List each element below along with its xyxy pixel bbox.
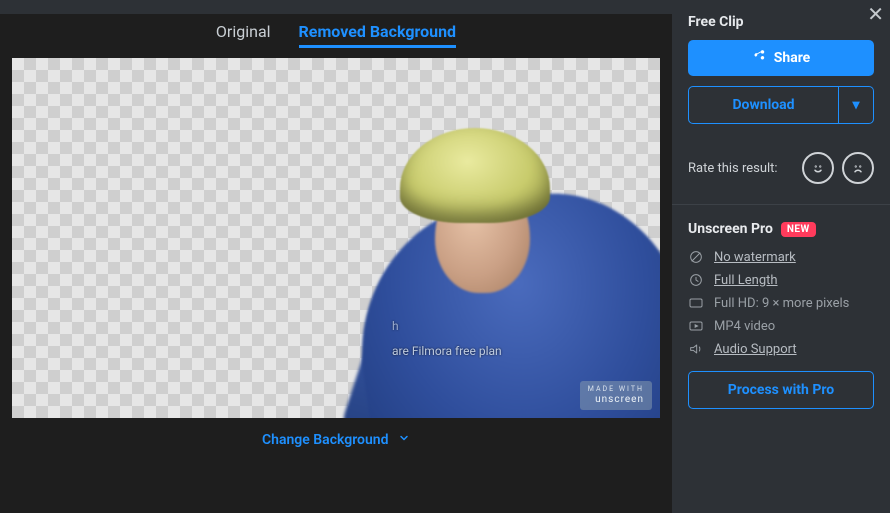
feature-full-hd: Full HD: 9 × more pixels — [688, 295, 874, 311]
preview-wrap: h are Filmora free plan MADE WITH unscre… — [0, 58, 672, 418]
download-dropdown-button[interactable]: ▾ — [839, 86, 874, 124]
section-pro: Unscreen Pro NEW No watermark Full Lengt… — [672, 205, 890, 423]
feature-full-length-label[interactable]: Full Length — [714, 273, 778, 288]
feature-mp4-label: MP4 video — [714, 319, 775, 334]
made-with-watermark: MADE WITH unscreen — [580, 381, 652, 410]
clock-icon — [688, 272, 704, 288]
app-root: Original Removed Background h are Filmor… — [0, 0, 890, 513]
change-background-label: Change Background — [262, 432, 389, 448]
free-clip-title: Free Clip — [688, 14, 874, 30]
close-icon[interactable]: ✕ — [867, 2, 884, 26]
feature-full-length: Full Length — [688, 272, 874, 288]
share-label: Share — [774, 50, 811, 66]
download-button[interactable]: Download — [688, 86, 839, 124]
tab-removed-background[interactable]: Removed Background — [299, 22, 457, 48]
foreground-cutout — [320, 58, 660, 418]
hd-icon — [688, 295, 704, 311]
rate-row: Rate this result: — [672, 134, 890, 205]
feature-mp4: MP4 video — [688, 318, 874, 334]
change-background-button[interactable]: Change Background — [0, 418, 672, 462]
rate-faces — [802, 152, 874, 184]
speaker-icon — [688, 341, 704, 357]
new-badge: NEW — [781, 222, 816, 237]
top-strip — [0, 0, 672, 14]
pro-title: Unscreen Pro — [688, 221, 773, 237]
feature-no-watermark-label[interactable]: No watermark — [714, 250, 796, 265]
chevron-down-icon — [398, 432, 410, 448]
caret-down-icon: ▾ — [852, 97, 859, 113]
section-free-clip: Free Clip Share Download ▾ — [672, 0, 890, 134]
preview-canvas[interactable]: h are Filmora free plan MADE WITH unscre… — [12, 58, 660, 418]
main-panel: Original Removed Background h are Filmor… — [0, 0, 672, 513]
rate-label: Rate this result: — [688, 161, 778, 176]
rate-happy-button[interactable] — [802, 152, 834, 184]
share-button[interactable]: Share — [688, 40, 874, 76]
overlay-text-2: are Filmora free plan — [392, 344, 502, 358]
feature-audio: Audio Support — [688, 341, 874, 357]
overlay-text-1: h — [392, 319, 399, 333]
feature-no-watermark: No watermark — [688, 249, 874, 265]
play-icon — [688, 318, 704, 334]
share-icon — [752, 49, 766, 67]
feature-full-hd-label: Full HD: 9 × more pixels — [714, 296, 849, 311]
process-with-pro-label: Process with Pro — [728, 382, 834, 398]
rate-sad-button[interactable] — [842, 152, 874, 184]
sidebar: ✕ Free Clip Share Download ▾ Rate this r… — [672, 0, 890, 513]
feature-audio-label[interactable]: Audio Support — [714, 342, 797, 357]
tabs: Original Removed Background — [0, 14, 672, 58]
download-label: Download — [732, 97, 794, 113]
pro-header: Unscreen Pro NEW — [688, 221, 874, 237]
tab-original[interactable]: Original — [216, 22, 271, 48]
download-row: Download ▾ — [688, 86, 874, 124]
process-with-pro-button[interactable]: Process with Pro — [688, 371, 874, 409]
no-watermark-icon — [688, 249, 704, 265]
